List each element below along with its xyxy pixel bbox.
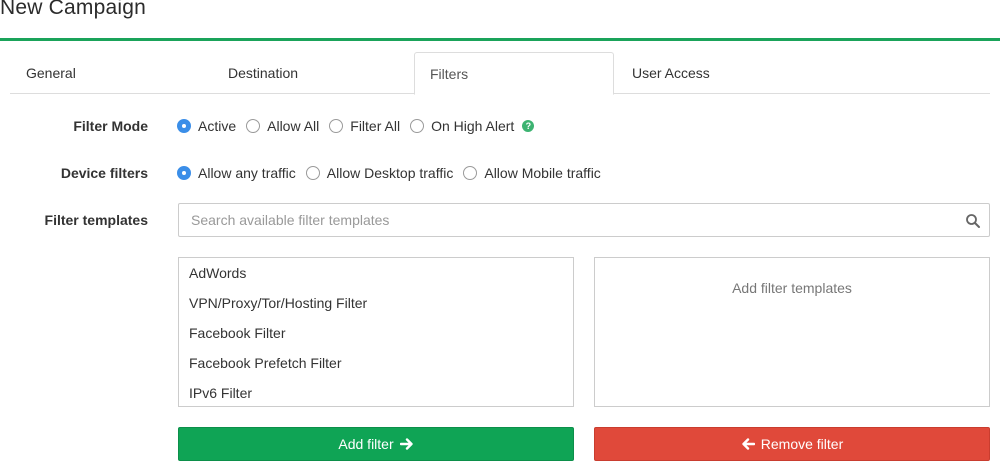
- list-item[interactable]: Facebook Filter: [179, 318, 573, 348]
- device-option-mobile[interactable]: Allow Mobile traffic: [463, 165, 601, 181]
- remove-filter-label: Remove filter: [760, 436, 844, 452]
- search-input[interactable]: [179, 204, 939, 236]
- list-item[interactable]: VPN/Proxy/Tor/Hosting Filter: [179, 288, 573, 318]
- device-option-any[interactable]: Allow any traffic: [177, 165, 296, 181]
- title-divider: [0, 38, 1000, 41]
- device-filters-label: Device filters: [60, 165, 148, 181]
- radio-label: Allow All: [267, 118, 320, 134]
- arrow-left-icon: [742, 438, 755, 450]
- add-filter-button[interactable]: Add filter: [178, 427, 574, 461]
- radio-button[interactable]: [246, 119, 261, 133]
- list-item[interactable]: IPv6 Filter: [179, 378, 573, 406]
- radio-button[interactable]: [177, 166, 191, 180]
- tab-destination[interactable]: Destination: [228, 52, 298, 94]
- arrow-right-icon: [399, 438, 413, 450]
- tab-general[interactable]: General: [26, 52, 76, 94]
- tab-filters[interactable]: Filters: [414, 52, 614, 95]
- radio-label: Allow any traffic: [198, 165, 296, 181]
- filter-templates-label: Filter templates: [44, 212, 148, 228]
- filter-mode-option-allow-all[interactable]: Allow All: [246, 118, 319, 134]
- radio-label: Allow Mobile traffic: [484, 165, 601, 181]
- radio-label: Filter All: [350, 118, 401, 134]
- radio-button[interactable]: [177, 119, 191, 133]
- filter-mode-radio-group: Active Allow All Filter All On High Aler…: [177, 118, 535, 134]
- radio-button[interactable]: [410, 119, 425, 133]
- radio-label: Active: [198, 118, 237, 134]
- page-title: New Campaign: [0, 0, 146, 19]
- filter-mode-option-filter-all[interactable]: Filter All: [329, 118, 400, 134]
- add-filter-label: Add filter: [338, 436, 394, 452]
- filter-template-search: [178, 203, 990, 237]
- filter-mode-option-on-high-alert[interactable]: On High Alert: [410, 118, 514, 134]
- device-option-desktop[interactable]: Allow Desktop traffic: [305, 165, 454, 181]
- device-filters-radio-group: Allow any traffic Allow Desktop traffic …: [177, 165, 611, 181]
- available-templates-list[interactable]: AdWords VPN/Proxy/Tor/Hosting Filter Fac…: [178, 257, 574, 407]
- radio-button[interactable]: [305, 166, 320, 180]
- radio-label: Allow Desktop traffic: [326, 165, 454, 181]
- remove-filter-button[interactable]: Remove filter: [594, 427, 990, 461]
- tab-bar: General Destination Filters User Access: [10, 52, 990, 95]
- filter-mode-option-active[interactable]: Active: [177, 118, 236, 134]
- radio-button[interactable]: [329, 119, 344, 133]
- search-icon[interactable]: [965, 213, 981, 229]
- list-item[interactable]: Facebook Prefetch Filter: [179, 348, 573, 378]
- radio-button[interactable]: [463, 166, 478, 180]
- list-item[interactable]: AdWords: [179, 258, 573, 288]
- new-campaign-page: New Campaign General Destination Filters…: [0, 0, 1000, 461]
- filter-mode-label: Filter Mode: [73, 118, 148, 134]
- tab-user-access[interactable]: User Access: [632, 52, 710, 94]
- selected-templates-list[interactable]: Add filter templates: [594, 257, 990, 407]
- empty-placeholder: Add filter templates: [732, 280, 852, 296]
- question-circle-icon[interactable]: ?: [522, 120, 535, 132]
- radio-label: On High Alert: [431, 118, 515, 134]
